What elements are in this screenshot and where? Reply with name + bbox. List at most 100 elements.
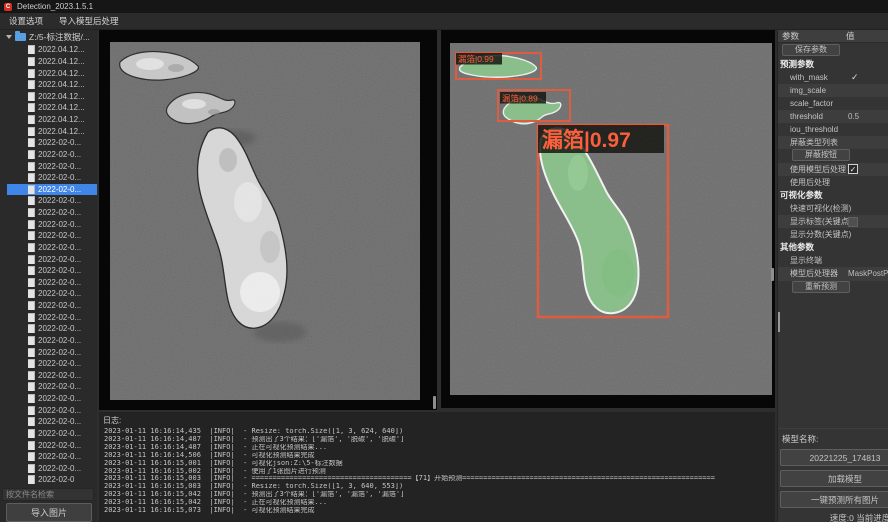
tree-item[interactable]: 2022.04.12...: [7, 114, 97, 126]
param-label: with_mask: [790, 73, 828, 82]
import-images-button[interactable]: 导入图片: [6, 503, 92, 522]
file-icon: [28, 359, 35, 368]
log-line: 2023-01-11 16:16:15,042 |INFO| - 预测出了3个结…: [99, 491, 775, 499]
param-section-header: 预测参数: [778, 58, 888, 71]
tree-item-label: 2022-02-0...: [38, 173, 81, 182]
checkbox-checked[interactable]: ✓: [848, 164, 858, 174]
tree-item-label: 2022-02-0...: [38, 348, 81, 357]
param-button[interactable]: 重新预测: [792, 281, 850, 293]
tree-item[interactable]: 2022-02-0...: [7, 300, 97, 312]
tree-item[interactable]: 2022-02-0: [7, 474, 97, 486]
param-row[interactable]: iou_threshold: [778, 123, 888, 136]
tree-item[interactable]: 2022.04.12...: [7, 102, 97, 114]
tree-item[interactable]: 2022-02-0...: [7, 288, 97, 300]
tree-item-label: 2022-02-0...: [38, 452, 81, 461]
file-icon: [28, 266, 35, 275]
panel-scrollbar[interactable]: [778, 312, 780, 332]
file-icon: [28, 417, 35, 426]
tree-item[interactable]: 2022-02-0...: [7, 195, 97, 207]
viewer-scrollbar[interactable]: [433, 396, 436, 409]
tree-item[interactable]: 2022-02-0...: [7, 160, 97, 172]
tree-item[interactable]: 2022-02-0...: [7, 207, 97, 219]
param-row[interactable]: threshold0.5: [778, 110, 888, 123]
file-icon: [28, 278, 35, 287]
param-label: 使用后处理: [790, 178, 830, 187]
tree-item[interactable]: 2022.04.12...: [7, 91, 97, 103]
tree-item-label: 2022-02-0...: [38, 231, 81, 240]
param-label: 显示终端: [790, 256, 822, 265]
tree-item[interactable]: 2022.04.12...: [7, 79, 97, 91]
tree-item[interactable]: 2022-02-0...: [7, 277, 97, 289]
tree-item[interactable]: 2022-02-0...: [7, 149, 97, 161]
param-row[interactable]: 使用后处理: [778, 176, 888, 189]
tree-item-label: 2022-02-0...: [38, 150, 81, 159]
param-row[interactable]: 模型后处理器MaskPostPro: [778, 267, 888, 280]
tree-item[interactable]: 2022-02-0...: [7, 323, 97, 335]
tree-item[interactable]: 2022-02-0...: [7, 393, 97, 405]
progress-text: 速度:0 当前进度: [780, 512, 888, 522]
param-label: 快速可视化(检测): [790, 204, 851, 213]
tree-item[interactable]: 2022-02-0...: [7, 230, 97, 242]
tree-item[interactable]: 2022-02-0...: [7, 242, 97, 254]
menu-item[interactable]: 导入模型后处理: [51, 13, 127, 30]
checkbox-empty[interactable]: [848, 217, 858, 227]
tree-item[interactable]: 2022-02-0...: [7, 172, 97, 184]
tree-root-folder[interactable]: Z:/5-标注数据/...: [0, 30, 97, 43]
param-button[interactable]: 屏蔽按钮: [792, 149, 850, 161]
file-icon: [28, 115, 35, 124]
menu-item[interactable]: 设置选项: [0, 13, 51, 30]
tree-item[interactable]: 2022-02-0...: [7, 463, 97, 475]
tree-item[interactable]: 2022.04.12...: [7, 56, 97, 68]
tree-item[interactable]: 2022-02-0...: [7, 265, 97, 277]
tree-item[interactable]: 2022-02-0...: [7, 253, 97, 265]
param-row[interactable]: 使用模型后处理✓: [778, 163, 888, 176]
tree-item[interactable]: 2022-02-0...: [7, 358, 97, 370]
param-row[interactable]: img_scale: [778, 84, 888, 97]
param-label: iou_threshold: [790, 125, 838, 134]
tree-item-label: 2022-02-0...: [38, 313, 81, 322]
chevron-down-icon: [6, 35, 12, 39]
param-row[interactable]: scale_factor: [778, 97, 888, 110]
tree-item[interactable]: 2022-02-0...: [7, 346, 97, 358]
tree-item[interactable]: 2022-02-0...: [7, 311, 97, 323]
menubar: 设置选项导入模型后处理: [0, 13, 888, 30]
tree-item[interactable]: 2022-02-0...: [7, 428, 97, 440]
tree-item[interactable]: 2022-02-0...: [7, 137, 97, 149]
tree-item[interactable]: 2022-02-0...: [7, 416, 97, 428]
tree-item-label: 2022-02-0...: [38, 185, 81, 194]
image-viewer-prediction[interactable]: 漏箔|0.99 漏箔|0.89 漏箔|0.97: [441, 30, 775, 408]
tree-item[interactable]: 2022.04.12...: [7, 44, 97, 56]
param-row[interactable]: 显示终端: [778, 254, 888, 267]
file-icon: [28, 127, 35, 136]
file-icon: [28, 208, 35, 217]
param-row[interactable]: 显示标签(关键点): [778, 215, 888, 228]
tree-item[interactable]: 2022-02-0...: [7, 404, 97, 416]
param-row[interactable]: with_mask✓: [778, 71, 888, 84]
predict-all-button[interactable]: 一键预测所有图片: [780, 491, 888, 508]
filename-search-input[interactable]: [2, 488, 94, 501]
tree-item[interactable]: 2022-02-0...: [7, 381, 97, 393]
file-icon: [28, 348, 35, 357]
tree-item[interactable]: 2022-02-0...: [7, 370, 97, 382]
param-button[interactable]: 保存参数: [782, 44, 840, 56]
tree-item[interactable]: 2022.04.12...: [7, 67, 97, 79]
param-row[interactable]: 显示分数(关键点): [778, 228, 888, 241]
param-row[interactable]: 快速可视化(检测): [778, 202, 888, 215]
load-model-button[interactable]: 加载模型: [780, 470, 888, 487]
tree-item-label: 2022.04.12...: [38, 45, 85, 54]
tree-item[interactable]: 2022-02-0...: [7, 335, 97, 347]
tree-item[interactable]: 2022-02-0...: [7, 218, 97, 230]
viewer-scrollbar[interactable]: [771, 268, 774, 281]
tree-item[interactable]: 2022-02-0...: [7, 184, 97, 196]
param-column-header: 参数: [782, 31, 799, 41]
log-panel[interactable]: 日志: 2023-01-11 16:16:14,435 |INFO| - Res…: [99, 412, 775, 522]
tree-item[interactable]: 2022-02-0...: [7, 439, 97, 451]
tree-item-label: 2022-02-0...: [38, 289, 81, 298]
model-name-button[interactable]: 20221225_174813: [780, 449, 888, 466]
file-icon: [28, 441, 35, 450]
tree-item[interactable]: 2022.04.12...: [7, 125, 97, 137]
image-viewer-original[interactable]: [99, 30, 437, 410]
param-row[interactable]: 屏蔽类型列表: [778, 136, 888, 149]
file-icon: [28, 138, 35, 147]
tree-item[interactable]: 2022-02-0...: [7, 451, 97, 463]
